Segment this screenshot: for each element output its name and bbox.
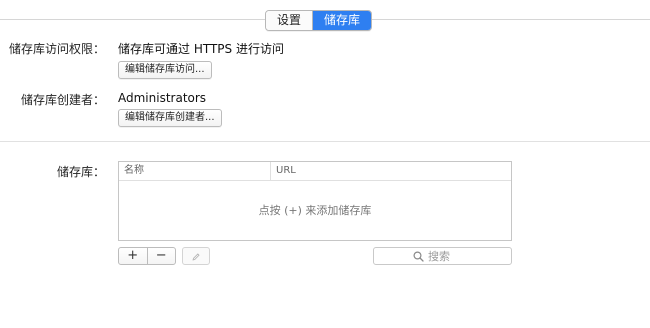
repositories-label: 储存库：	[56, 165, 105, 179]
access-label: 储存库访问权限：	[8, 42, 105, 56]
column-header-url[interactable]: URL	[271, 162, 296, 180]
search-input[interactable]	[428, 249, 472, 263]
magnifier-icon	[413, 247, 424, 266]
edit-creator-button[interactable]: 编辑储存库创建者...	[118, 109, 222, 127]
add-remove-control: + −	[118, 247, 176, 265]
column-header-name[interactable]: 名称	[119, 162, 271, 180]
pencil-icon	[191, 247, 201, 266]
table-header: 名称 URL	[119, 162, 511, 181]
edit-access-button[interactable]: 编辑储存库访问...	[118, 61, 212, 79]
section-divider	[0, 141, 650, 142]
search-field[interactable]	[373, 247, 512, 265]
repositories-table[interactable]: 名称 URL 点按 (+) 来添加储存库	[118, 161, 512, 241]
creator-label: 储存库创建者：	[20, 93, 105, 107]
remove-button[interactable]: −	[148, 248, 176, 264]
empty-state-message: 点按 (+) 来添加储存库	[258, 204, 372, 217]
edit-repository-button[interactable]	[182, 247, 210, 265]
add-button[interactable]: +	[119, 248, 147, 264]
creator-value: Administrators	[118, 91, 207, 105]
tab-repositories[interactable]: 储存库	[313, 11, 372, 30]
tab-bar: 设置 储存库	[265, 10, 373, 31]
tab-settings[interactable]: 设置	[266, 11, 313, 30]
access-value: 储存库可通过 HTTPS 进行访问	[118, 42, 284, 56]
